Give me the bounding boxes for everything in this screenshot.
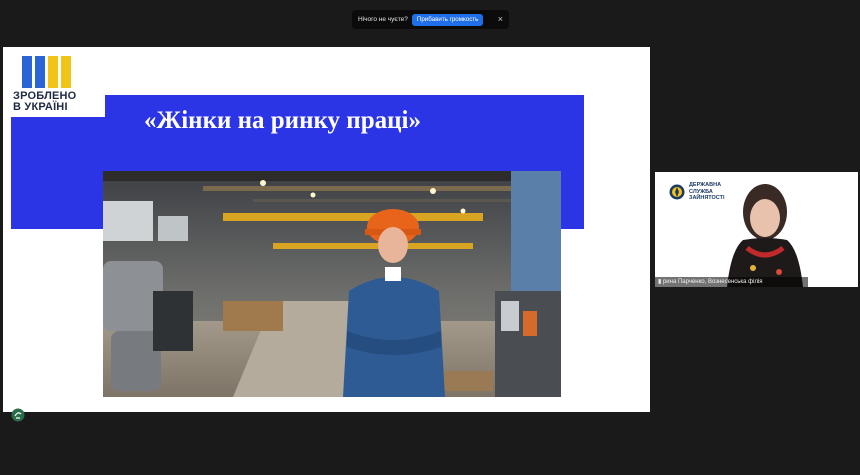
participant-video-tile[interactable]: ДЕРЖАВНА СЛУЖБА ЗАЙНЯТОСТІ ▮ рина Парчен…: [655, 172, 858, 287]
factory-worker-photo: [103, 171, 561, 397]
audio-notification-message: Нічого не чуєте?: [358, 16, 408, 23]
participant-avatar: [727, 184, 803, 287]
participant-name-label: ▮ рина Парченко, Вознесенська філія: [655, 277, 808, 287]
connection-status-icon[interactable]: [11, 408, 25, 422]
employment-service-emblem-icon: [669, 184, 685, 200]
shared-slide: «Жінки на ринку праці» ЗРОБЛЕНО В УКРАЇН…: [3, 47, 650, 412]
close-icon[interactable]: ×: [498, 15, 503, 24]
logo-line-2: В УКРАЇНІ: [13, 101, 68, 113]
slide-title: «Жінки на ринку праці»: [144, 107, 421, 134]
increase-volume-button[interactable]: Прибавить громкость: [411, 13, 484, 26]
audio-notification-bar: Нічого не чуєте? Прибавить громкость ×: [352, 10, 509, 29]
made-in-ukraine-logo: ЗРОБЛЕНО В УКРАЇНІ: [11, 53, 105, 117]
